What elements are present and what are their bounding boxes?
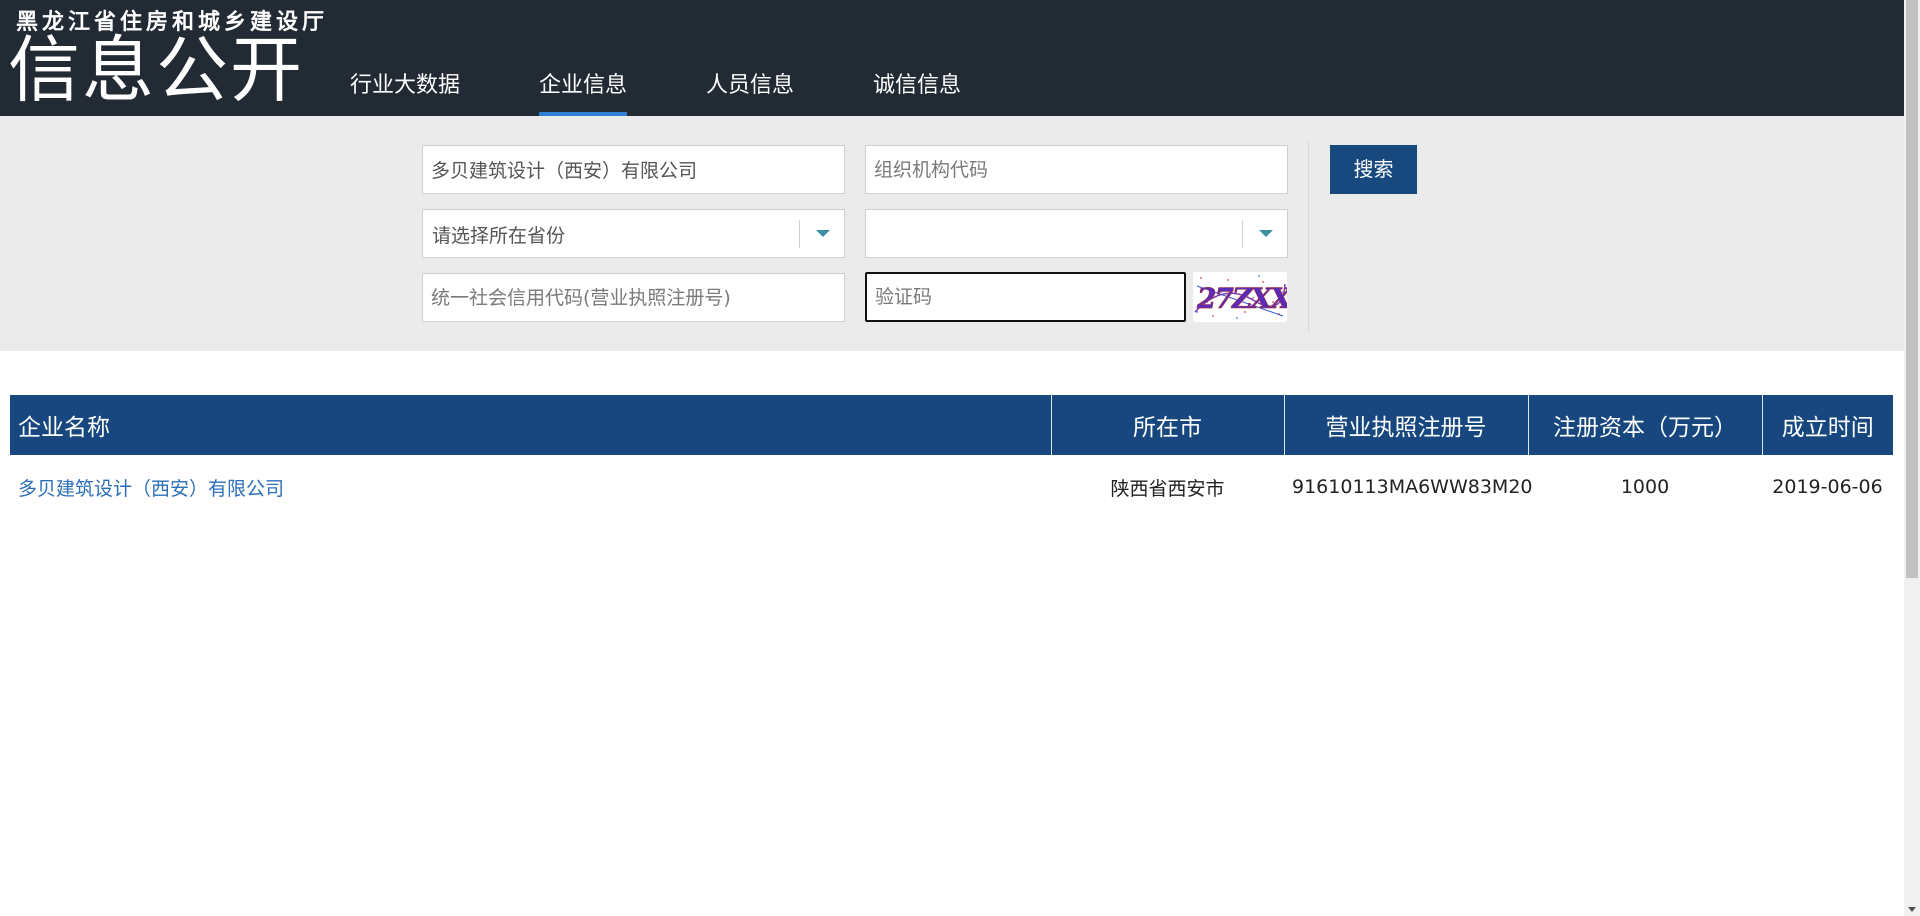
captcha-input[interactable]	[865, 272, 1186, 322]
col-header-company-name: 企业名称	[10, 395, 1052, 455]
table-row: 多贝建筑设计（西安）有限公司 陕西省西安市 91610113MA6WW83M20…	[10, 455, 1893, 519]
tab-company-info[interactable]: 企业信息	[521, 68, 645, 116]
scroll-down-arrow-icon[interactable]	[1908, 907, 1916, 912]
tab-credit-info[interactable]: 诚信信息	[855, 68, 979, 116]
col-header-city: 所在市	[1051, 395, 1285, 455]
search-button[interactable]: 搜索	[1330, 145, 1417, 194]
cell-founded: 2019-06-06	[1772, 476, 1883, 498]
tab-industry-data[interactable]: 行业大数据	[332, 68, 478, 116]
company-link[interactable]: 多贝建筑设计（西安）有限公司	[18, 478, 284, 500]
select-divider	[1242, 220, 1243, 248]
cell-company-name: 多贝建筑设计（西安）有限公司	[10, 455, 1051, 519]
province-select[interactable]: 请选择所在省份	[422, 209, 845, 258]
cell-capital: 1000	[1620, 476, 1670, 498]
col-header-capital: 注册资本（万元）	[1528, 395, 1763, 455]
tab-personnel-info[interactable]: 人员信息	[688, 68, 812, 116]
cell-city: 陕西省西安市	[1110, 477, 1225, 500]
col-header-license-no: 营业执照注册号	[1284, 395, 1529, 455]
main-nav: 行业大数据 企业信息 人员信息 诚信信息	[332, 68, 1022, 116]
credit-code-input[interactable]	[422, 273, 845, 322]
select-divider	[799, 220, 800, 248]
org-code-input[interactable]	[865, 145, 1288, 194]
page-scrollbar[interactable]	[1904, 0, 1920, 916]
captcha-image[interactable]: 27ZXX	[1193, 272, 1295, 322]
site-title[interactable]: 信息公开	[8, 30, 304, 110]
city-select[interactable]	[865, 209, 1288, 258]
captcha-code: 27ZXX	[1196, 282, 1287, 315]
chevron-down-icon	[1259, 230, 1273, 237]
captcha-graphic: 27ZXX	[1193, 272, 1295, 322]
province-select-value: 请选择所在省份	[432, 225, 566, 247]
search-panel: 请选择所在省份 27ZXX 搜索	[0, 116, 1904, 351]
company-results-table: 企业名称 所在市 营业执照注册号 注册资本（万元） 成立时间 多贝建筑设计（西安…	[10, 395, 1893, 519]
cell-license-no: 91610113MA6WW83M20	[1292, 476, 1533, 498]
table-header-row: 企业名称 所在市 营业执照注册号 注册资本（万元） 成立时间	[10, 395, 1893, 455]
col-header-founded: 成立时间	[1762, 395, 1893, 455]
site-header: 黑龙江省住房和城乡建设厅 信息公开 行业大数据 企业信息 人员信息 诚信信息	[0, 0, 1904, 116]
search-divider	[1308, 142, 1309, 332]
company-name-input[interactable]	[422, 145, 845, 194]
scrollbar-thumb[interactable]	[1906, 0, 1918, 578]
chevron-down-icon	[816, 230, 830, 237]
